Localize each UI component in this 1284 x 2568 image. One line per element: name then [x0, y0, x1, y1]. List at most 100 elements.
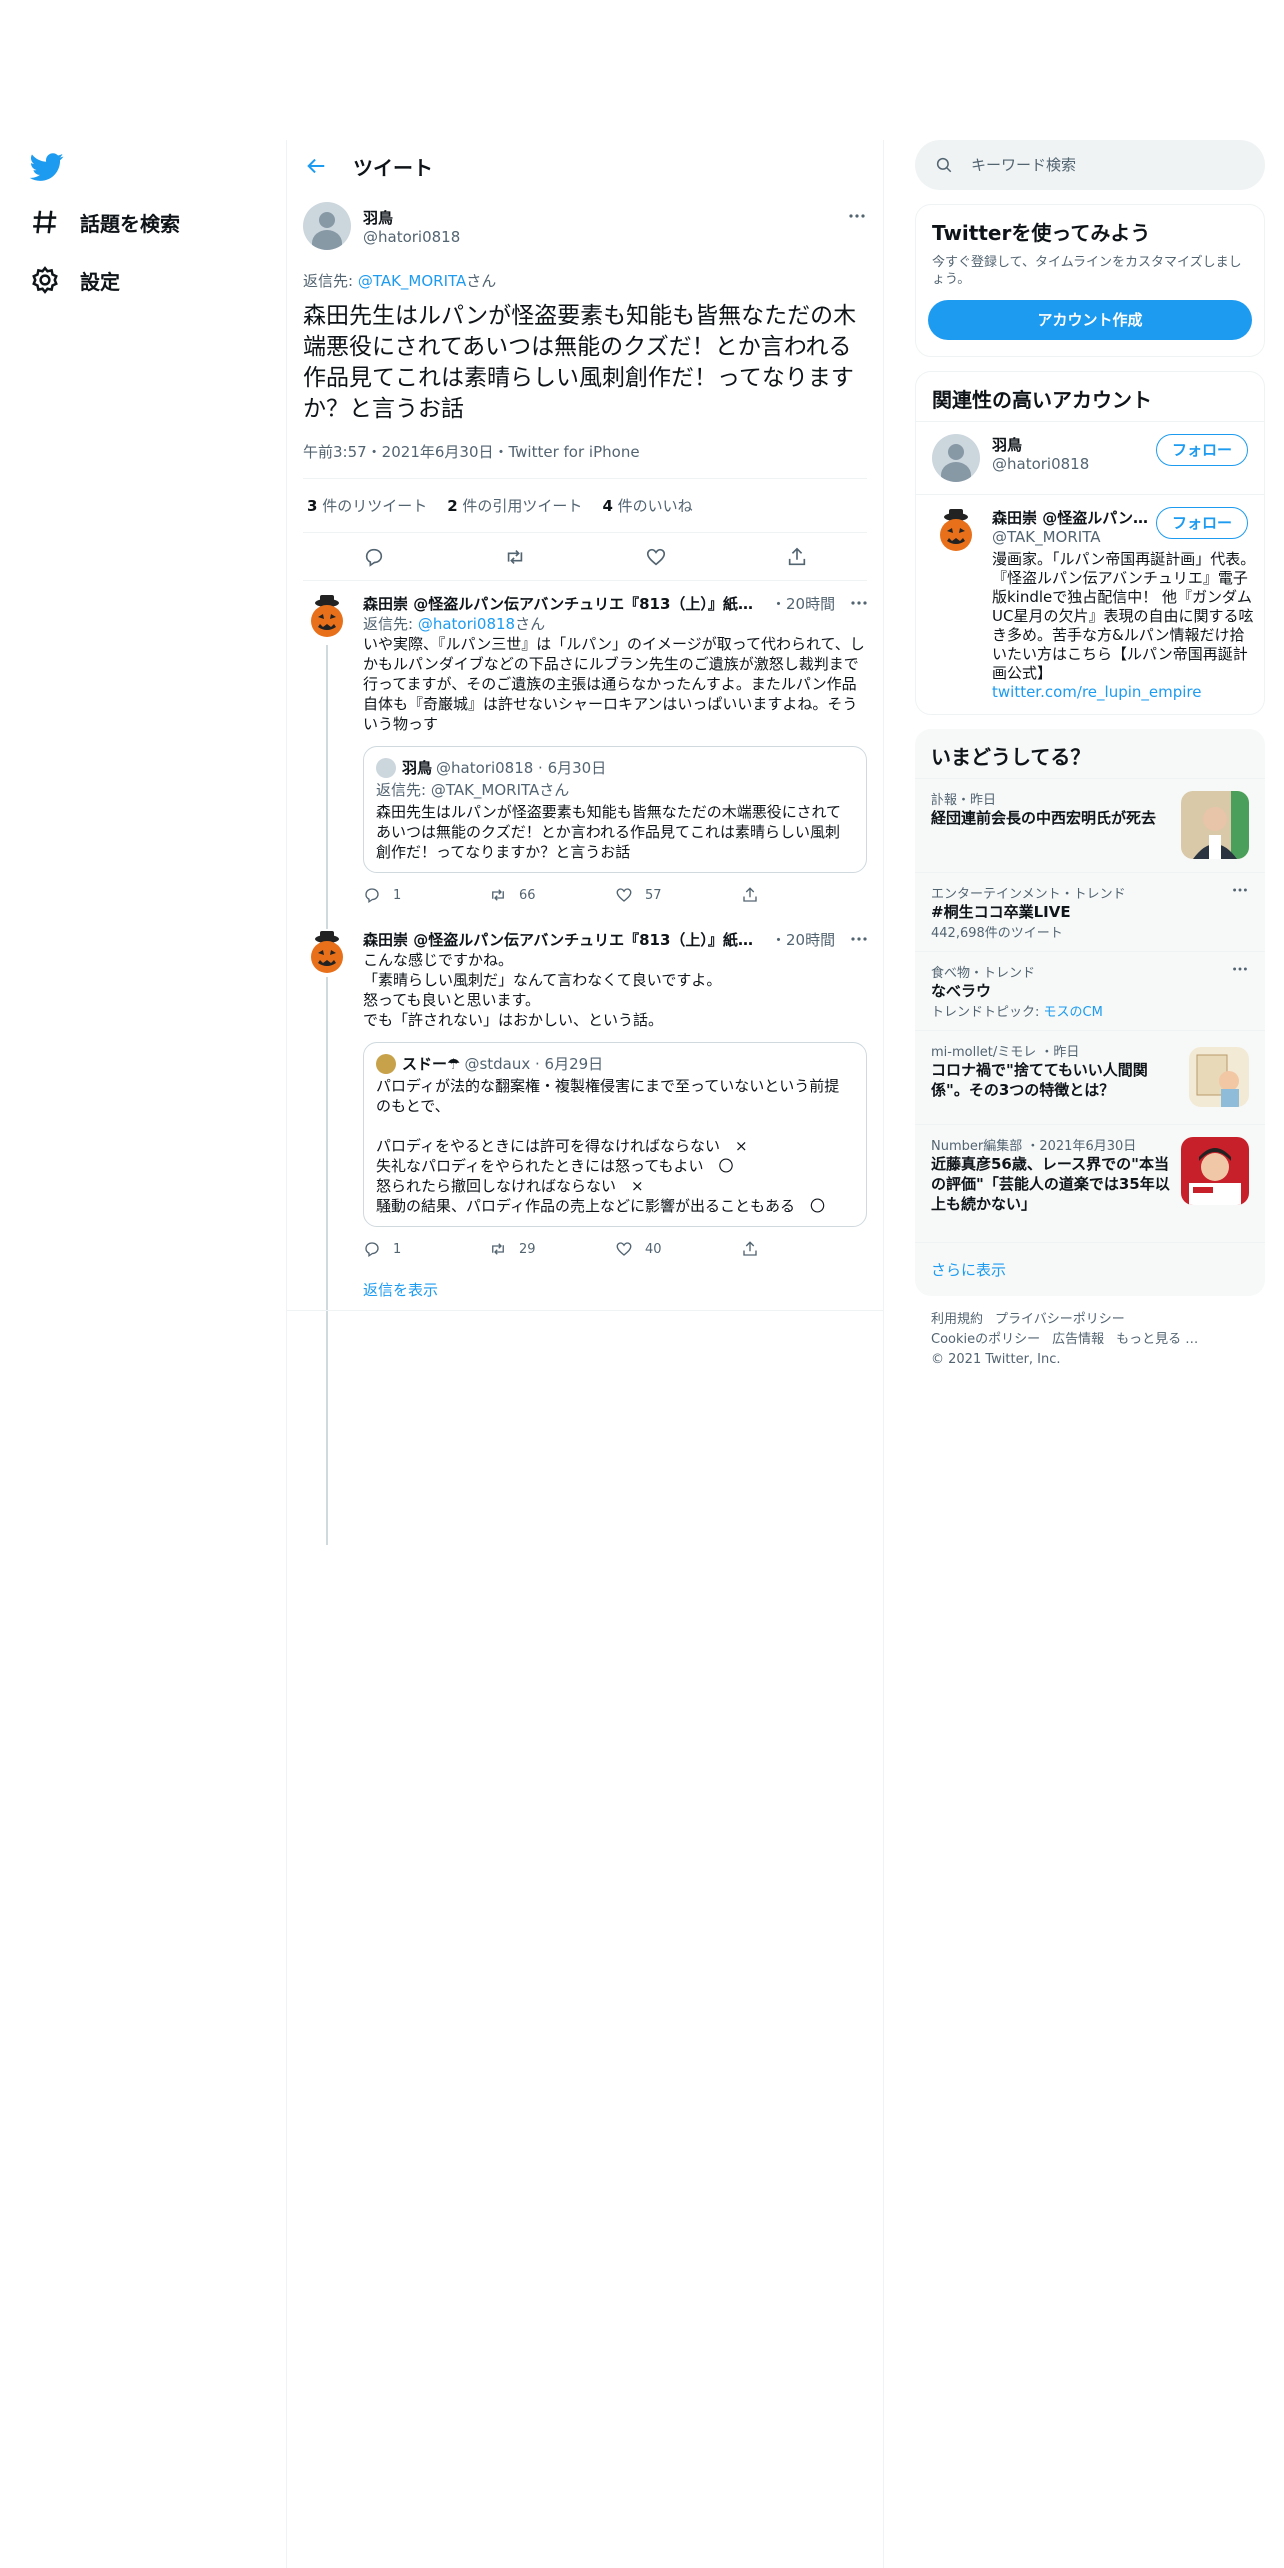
trend-name: なべラウ: [931, 982, 992, 1000]
reply-to-line: 返信先: @TAK_MORITAさん: [303, 270, 867, 291]
retweets-label: 件のリツイート: [317, 497, 428, 515]
trend-topic-link[interactable]: モスのCM: [1044, 1005, 1103, 1020]
page-header: ツイート: [287, 140, 883, 192]
reply-icon: [365, 888, 379, 904]
retweets-count: 3: [307, 497, 318, 515]
page-title: ツイート: [353, 155, 433, 180]
footer-link[interactable]: 広告情報: [1052, 1332, 1104, 1347]
create-account-button[interactable]: アカウント作成: [928, 300, 1252, 340]
account-item[interactable]: 森田崇 @怪盗ルパン伝アバンチュリエ『813（上）』紙書籍発売中 @TAK_MO…: [916, 494, 1264, 714]
signup-title: Twitterを使ってみよう: [932, 221, 1151, 245]
avatar[interactable]: [303, 593, 351, 641]
reply-to-handle-link[interactable]: @hatori0818: [418, 615, 515, 633]
quoted-author-name: スドー☂: [402, 1055, 461, 1073]
author-handle[interactable]: @hatori0818: [363, 228, 460, 246]
trend-thumbnail: [1181, 791, 1249, 859]
quoted-tweet[interactable]: 羽鳥 @hatori0818 · 6月30日 返信先: @TAK_MORITAさ…: [363, 746, 867, 873]
nav-settings-label: 設定: [80, 269, 120, 294]
avatar[interactable]: [303, 929, 351, 977]
reply-suffix: さん: [515, 615, 546, 633]
reply-tweet[interactable]: 森田崇 @怪盗ルパン伝アバンチュリエ『813（上）』紙書籍発売中 ・20時間 こ…: [287, 917, 883, 1271]
twitter-logo-icon[interactable]: [30, 150, 64, 184]
reply-header: 森田崇 @怪盗ルパン伝アバンチュリエ『813（上）』紙書籍発売中 ・20時間: [363, 929, 867, 950]
footer: 利用規約 プライバシーポリシー Cookieのポリシー 広告情報 もっと見る … © …: [915, 1296, 1265, 1384]
trend-name: 近藤真彦56歳、レース界での"本当の評価"「芸能人の道楽では35年以上も続かない…: [931, 1155, 1170, 1213]
share-action[interactable]: [741, 1240, 867, 1258]
follow-button[interactable]: フォロー: [1156, 507, 1248, 539]
signup-description: 今すぐ登録して、タイムラインをカスタマイズしましょう。: [932, 255, 1242, 287]
reply-icon: [365, 1242, 379, 1258]
trend-item[interactable]: 食べ物・トレンド なべラウ トレンドトピック: モスのCM: [915, 951, 1265, 1030]
footer-link[interactable]: プライバシーポリシー: [995, 1312, 1125, 1327]
trend-item[interactable]: mi-mollet/ミモレ ・昨日 コロナ禍で"捨ててもいい人間関係"。その3つ…: [915, 1030, 1265, 1124]
author-name[interactable]: 森田崇 @怪盗ルパン伝アバンチュリエ『813（上）』紙書籍発売中: [363, 593, 767, 614]
nav-settings[interactable]: 設定: [30, 260, 120, 300]
quoted-handle-time: @stdaux · 6月29日: [464, 1055, 604, 1073]
avatar[interactable]: [303, 202, 351, 250]
trend-item[interactable]: 訃報・昨日 経団連前会長の中西宏明氏が死去: [915, 778, 1265, 872]
tweet-time[interactable]: ・20時間: [771, 593, 835, 614]
footer-link[interactable]: 利用規約: [931, 1312, 983, 1327]
avatar[interactable]: [932, 507, 980, 555]
trends-panel: いまどうしてる？ 訃報・昨日 経団連前会長の中西宏明氏が死去 エンターテインメン…: [915, 729, 1265, 1296]
search-input[interactable]: [971, 156, 1211, 174]
reply-icon[interactable]: [363, 546, 385, 568]
more-options-icon[interactable]: [849, 929, 869, 949]
nav-explore-label: 話題を検索: [80, 211, 180, 236]
reply-tweet[interactable]: 森田崇 @怪盗ルパン伝アバンチュリエ『813（上）』紙書籍発売中 ・20時間 返…: [287, 581, 883, 1545]
retweet-icon: [492, 889, 504, 901]
retweet-icon[interactable]: [504, 546, 526, 568]
search-bar[interactable]: [915, 140, 1265, 190]
quotes-stat[interactable]: 2 件の引用ツイート: [447, 495, 582, 516]
tweet-text: 森田先生はルパンが怪盗要素も知能も皆無なただの木端悪役にされてあいつは無能のクズ…: [303, 303, 857, 422]
footer-link[interactable]: もっと見る …: [1116, 1332, 1198, 1347]
trend-item[interactable]: Number編集部 ・2021年6月30日 近藤真彦56歳、レース界での"本当の…: [915, 1124, 1265, 1242]
trend-name: コロナ禍で"捨ててもいい人間関係"。その3つの特徴とは？: [931, 1061, 1148, 1099]
reply-to-handle-link[interactable]: @TAK_MORITA: [358, 272, 466, 290]
account-name[interactable]: 森田崇 @怪盗ルパン伝アバンチュリエ『813（上）』紙書籍発売中: [992, 507, 1152, 528]
more-options-icon[interactable]: [849, 593, 869, 613]
follow-button[interactable]: フォロー: [1156, 434, 1248, 466]
like-action[interactable]: 57: [615, 886, 741, 904]
copyright: © 2021 Twitter, Inc.: [931, 1352, 1061, 1367]
author-name[interactable]: 羽鳥: [363, 207, 460, 228]
account-item[interactable]: 羽鳥 @hatori0818 フォロー: [916, 421, 1264, 494]
share-icon[interactable]: [786, 546, 808, 568]
tweet-meta: 午前3:57・2021年6月30日・Twitter for iPhone: [303, 441, 867, 479]
quoted-tweet[interactable]: スドー☂ @stdaux · 6月29日 パロディが法的な翻案権・複製権侵害にま…: [363, 1042, 867, 1227]
footer-link[interactable]: Cookieのポリシー: [931, 1332, 1040, 1347]
account-handle[interactable]: @hatori0818: [992, 455, 1152, 473]
trend-topic-prefix: トレンドトピック:: [931, 1005, 1044, 1020]
retweet-action[interactable]: 29: [489, 1240, 615, 1258]
trend-tweet-count: 442,698件のツイート: [931, 926, 1063, 941]
account-name[interactable]: 羽鳥: [992, 434, 1152, 455]
trend-source: mi-mollet/ミモレ ・昨日: [931, 1045, 1080, 1060]
show-replies-link[interactable]: 返信を表示: [287, 1271, 883, 1311]
reply-action[interactable]: 1: [363, 886, 489, 904]
trend-name: 経団連前会長の中西宏明氏が死去: [931, 809, 1157, 827]
show-more-link[interactable]: さらに表示: [915, 1242, 1265, 1296]
relevant-accounts-panel: 関連性の高いアカウント 羽鳥 @hatori0818 フォロー 森田崇 @怪盗ル…: [915, 371, 1265, 715]
share-action[interactable]: [741, 886, 867, 904]
likes-stat[interactable]: 4 件のいいね: [602, 495, 692, 516]
back-arrow-icon[interactable]: [305, 155, 327, 177]
retweet-action[interactable]: 66: [489, 886, 615, 904]
like-icon[interactable]: [645, 546, 667, 568]
avatar[interactable]: [932, 434, 980, 482]
account-bio-link[interactable]: twitter.com/re_lupin_empire: [992, 683, 1256, 702]
share-icon: [743, 1241, 757, 1256]
more-options-icon[interactable]: [847, 206, 867, 226]
reply-count: 1: [393, 1241, 402, 1257]
nav-explore[interactable]: 話題を検索: [30, 202, 180, 242]
like-action[interactable]: 40: [615, 1240, 741, 1258]
reply-header: 森田崇 @怪盗ルパン伝アバンチュリエ『813（上）』紙書籍発売中 ・20時間: [363, 593, 867, 614]
author-name[interactable]: 森田崇 @怪盗ルパン伝アバンチュリエ『813（上）』紙書籍発売中: [363, 929, 767, 950]
retweets-stat[interactable]: 3 件のリツイート: [307, 495, 427, 516]
more-options-icon[interactable]: [1231, 960, 1249, 978]
reply-action[interactable]: 1: [363, 1240, 489, 1258]
reply-to-line: 返信先: @hatori0818さん: [363, 614, 867, 634]
quoted-tweet-text: パロディが法的な翻案権・複製権侵害にまで至っていないという前提のもとで、 パロデ…: [376, 1077, 840, 1215]
tweet-time[interactable]: ・20時間: [771, 929, 835, 950]
trend-item[interactable]: エンターテインメント・トレンド #桐生ココ卒業LIVE 442,698件のツイー…: [915, 872, 1265, 951]
more-options-icon[interactable]: [1231, 881, 1249, 899]
